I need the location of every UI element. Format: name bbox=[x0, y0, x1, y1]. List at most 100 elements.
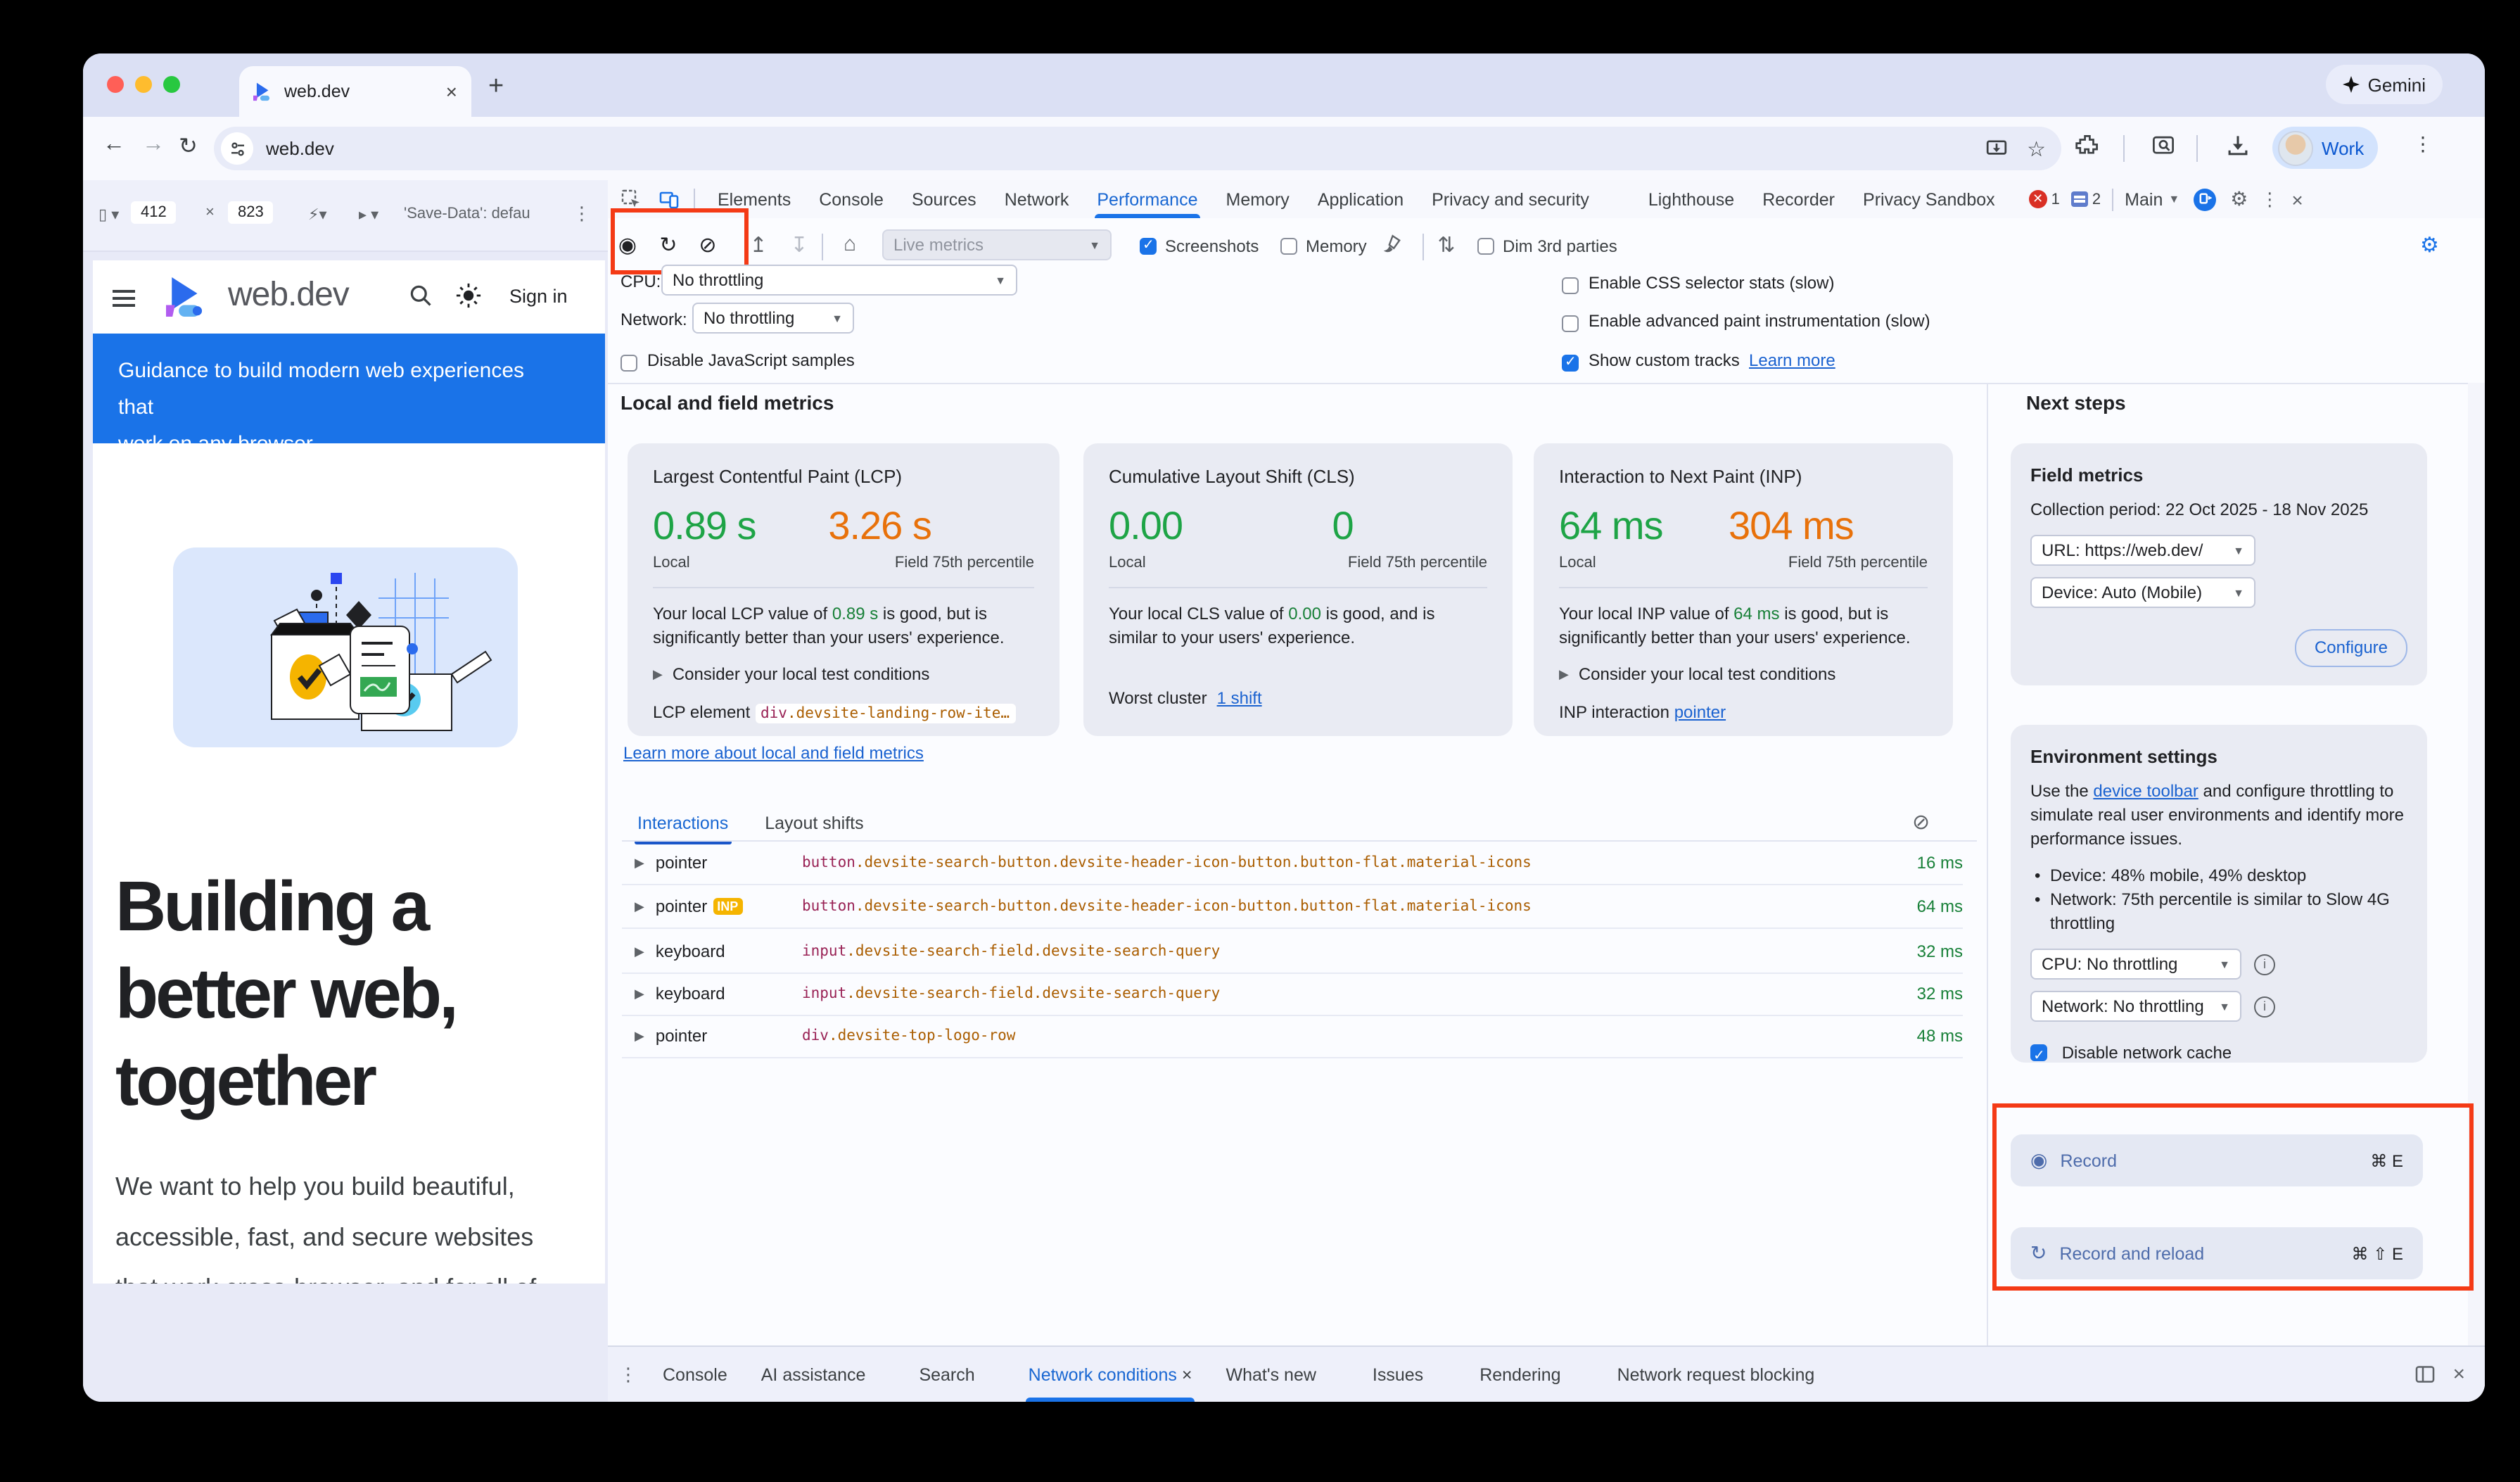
browser-tab[interactable]: web.dev × bbox=[239, 66, 471, 117]
address-bar[interactable]: web.dev ☆ bbox=[214, 127, 2061, 170]
main-context-select[interactable]: Main▼ bbox=[2125, 189, 2179, 209]
site-search-icon[interactable] bbox=[408, 283, 433, 308]
tab-privacy-security[interactable]: Privacy and security bbox=[1418, 181, 1603, 217]
device-width-input[interactable]: 412 bbox=[131, 201, 177, 224]
interaction-row[interactable]: ▶ pointer INP button.devsite-search-butt… bbox=[622, 885, 1963, 929]
traffic-minimize-button[interactable] bbox=[135, 76, 152, 93]
lcp-element-code[interactable]: div.devsite-landing-row-ite… bbox=[755, 704, 1015, 723]
css-stats-checkbox[interactable] bbox=[1562, 273, 1579, 298]
extensions-icon[interactable] bbox=[2075, 134, 2099, 158]
disable-cache-row[interactable]: Disable network cache bbox=[2030, 1041, 2407, 1065]
drawer-tab-rendering[interactable]: Rendering bbox=[1463, 1348, 1577, 1401]
sign-in-link[interactable]: Sign in bbox=[509, 286, 568, 307]
theme-toggle-icon[interactable] bbox=[456, 283, 481, 308]
dim-label[interactable]: Dim 3rd parties bbox=[1503, 236, 1617, 256]
record-and-reload-button[interactable]: ↻ Record and reload ⌘ ⇧ E bbox=[2011, 1227, 2423, 1279]
device-height-input[interactable]: 823 bbox=[228, 201, 274, 224]
drawer-menu-icon[interactable]: ⋮ bbox=[619, 1363, 637, 1386]
expand-arrow-icon[interactable]: ▶ bbox=[635, 944, 644, 959]
tab-recorder[interactable]: Recorder bbox=[1748, 181, 1849, 217]
device-type-icon[interactable]: ▯ ▾ bbox=[98, 205, 119, 224]
traffic-zoom-button[interactable] bbox=[163, 76, 180, 93]
tab-console[interactable]: Console bbox=[805, 181, 898, 217]
expand-arrow-icon[interactable]: ▶ bbox=[635, 986, 644, 1001]
inp-expander[interactable]: ▶Consider your local test conditions bbox=[1559, 664, 1928, 684]
memory-label[interactable]: Memory bbox=[1306, 236, 1367, 256]
custom-tracks-learn-more-link[interactable]: Learn more bbox=[1749, 350, 1835, 370]
drawer-tab-search[interactable]: Search bbox=[902, 1348, 991, 1401]
site-menu-icon[interactable] bbox=[113, 286, 135, 311]
dim-checkbox[interactable] bbox=[1477, 236, 1494, 256]
lcp-expander[interactable]: ▶Consider your local test conditions bbox=[653, 664, 1034, 684]
interaction-row[interactable]: ▶ pointer div.devsite-top-logo-row 48 ms bbox=[622, 1015, 1963, 1058]
new-tab-button[interactable]: + bbox=[488, 72, 504, 103]
expand-arrow-icon[interactable]: ▶ bbox=[635, 1028, 644, 1044]
drawer-tab-whats-new[interactable]: What's new bbox=[1209, 1348, 1332, 1401]
cpu-throttle-select[interactable]: No throttling▼ bbox=[661, 265, 1017, 296]
disable-cache-checkbox[interactable] bbox=[2030, 1044, 2047, 1061]
browser-menu-icon[interactable]: ⋮ bbox=[2413, 132, 2433, 156]
webdev-logo[interactable] bbox=[166, 276, 205, 318]
tab-interactions[interactable]: Interactions bbox=[637, 813, 728, 833]
record-button[interactable]: ◉ Record ⌘ E bbox=[2011, 1134, 2423, 1186]
device-toolbar-menu-icon[interactable]: ⋮ bbox=[573, 203, 591, 225]
site-settings-icon[interactable] bbox=[221, 132, 253, 165]
devtools-close-icon[interactable]: × bbox=[2291, 188, 2303, 210]
paint-instrumentation-checkbox[interactable] bbox=[1562, 311, 1579, 336]
inp-pointer-link[interactable]: pointer bbox=[1674, 702, 1726, 722]
expand-arrow-icon[interactable]: ▶ bbox=[635, 855, 644, 870]
drawer-tab-network-conditions[interactable]: Network conditions × bbox=[1012, 1348, 1209, 1401]
downloads-icon[interactable] bbox=[2226, 134, 2250, 158]
disable-js-checkbox[interactable] bbox=[621, 350, 637, 376]
drawer-tab-close-icon[interactable]: × bbox=[1182, 1364, 1192, 1384]
tab-layout-shifts[interactable]: Layout shifts bbox=[765, 813, 863, 833]
inspect-icon[interactable] bbox=[621, 189, 642, 210]
drawer-tab-network-request-blocking[interactable]: Network request blocking bbox=[1601, 1348, 1832, 1401]
panel-settings-gear-icon[interactable]: ⚙ bbox=[2420, 232, 2439, 258]
interaction-row[interactable]: ▶ keyboard input.devsite-search-field.de… bbox=[622, 930, 1963, 974]
tab-application[interactable]: Application bbox=[1304, 181, 1418, 217]
custom-tracks-label[interactable]: Show custom tracks bbox=[1589, 350, 1740, 370]
tab-privacy-sandbox[interactable]: Privacy Sandbox bbox=[1849, 181, 2009, 217]
interaction-row[interactable]: ▶ keyboard input.devsite-search-field.de… bbox=[622, 973, 1963, 1016]
device-toolbar-link[interactable]: device toolbar bbox=[2093, 781, 2198, 801]
drawer-tab-ai-assistance[interactable]: AI assistance bbox=[744, 1348, 883, 1401]
search-tabs-icon[interactable] bbox=[2151, 134, 2175, 158]
cls-shift-link[interactable]: 1 shift bbox=[1217, 688, 1262, 708]
url-select[interactable]: URL: https://web.dev/▼ bbox=[2030, 535, 2255, 566]
sidebar-cpu-select[interactable]: CPU: No throttling▼ bbox=[2030, 949, 2241, 980]
screenshots-label[interactable]: Screenshots bbox=[1165, 236, 1259, 256]
gemini-button[interactable]: Gemini bbox=[2326, 65, 2443, 104]
tab-network[interactable]: Network bbox=[991, 181, 1083, 217]
memory-checkbox[interactable] bbox=[1280, 236, 1297, 256]
zoom-dropdown-icon[interactable]: ⚡▾ bbox=[308, 205, 327, 224]
screenshots-checkbox[interactable] bbox=[1140, 236, 1157, 256]
error-badge[interactable]: ✕ 1 bbox=[2029, 190, 2060, 208]
network-info-icon[interactable]: i bbox=[2254, 996, 2275, 1017]
cpu-info-icon[interactable]: i bbox=[2254, 954, 2275, 975]
drawer-tab-console[interactable]: Console bbox=[646, 1348, 744, 1401]
drawer-close-icon[interactable]: × bbox=[2452, 1362, 2465, 1386]
disable-js-label[interactable]: Disable JavaScript samples bbox=[647, 350, 855, 370]
throttle-dropdown-icon[interactable]: ▸ ▾ bbox=[359, 205, 378, 224]
paint-instrumentation-label[interactable]: Enable advanced paint instrumentation (s… bbox=[1589, 311, 1930, 331]
bookmark-star-icon[interactable]: ☆ bbox=[2027, 136, 2046, 161]
css-stats-label[interactable]: Enable CSS selector stats (slow) bbox=[1589, 273, 1834, 293]
url-text[interactable]: web.dev bbox=[266, 138, 1985, 159]
profile-button[interactable]: Work bbox=[2272, 127, 2378, 169]
collapse-icon[interactable]: ⇅ bbox=[1432, 232, 1461, 258]
network-throttle-select[interactable]: No throttling▼ bbox=[692, 303, 854, 334]
drawer-tab-issues[interactable]: Issues bbox=[1356, 1348, 1440, 1401]
back-icon[interactable]: ← bbox=[103, 132, 125, 158]
devtools-settings-icon[interactable]: ⚙ bbox=[2230, 187, 2248, 211]
device-toolbar-icon[interactable] bbox=[658, 189, 680, 210]
configure-button[interactable]: Configure bbox=[2295, 629, 2407, 667]
device-select[interactable]: Device: Auto (Mobile)▼ bbox=[2030, 577, 2255, 608]
gc-brush-icon[interactable] bbox=[1380, 234, 1403, 256]
split-panel-icon[interactable] bbox=[2414, 1364, 2436, 1385]
cast-device-icon[interactable] bbox=[2194, 188, 2216, 210]
tab-close-icon[interactable]: × bbox=[446, 80, 457, 103]
traffic-close-button[interactable] bbox=[107, 76, 124, 93]
tab-performance[interactable]: Performance bbox=[1083, 181, 1211, 217]
message-badge[interactable]: 2 bbox=[2071, 191, 2101, 208]
